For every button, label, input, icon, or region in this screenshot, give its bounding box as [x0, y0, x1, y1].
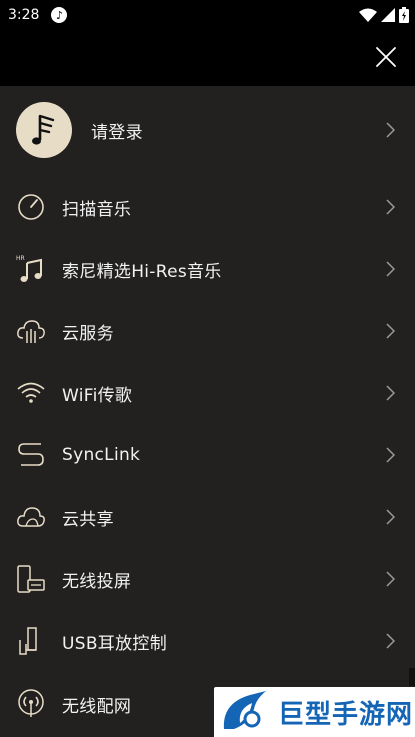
- scroll-indicator: [409, 668, 415, 686]
- menu-item-scan-music[interactable]: 扫描音乐: [0, 192, 415, 222]
- chevron-right-icon: [386, 447, 395, 463]
- menu-item-label: 无线配网: [62, 696, 132, 717]
- usb-amp-icon: [19, 627, 37, 655]
- watermark-logo-icon: [223, 691, 266, 729]
- app-notification-icon: ♪: [51, 7, 68, 23]
- scan-gauge-icon: [18, 194, 44, 220]
- menu-item-label: WiFi传歌: [62, 385, 133, 406]
- avatar: [16, 102, 72, 158]
- menu-item-label: USB耳放控制: [62, 633, 167, 654]
- menu-item-synclink[interactable]: SyncLink: [0, 440, 415, 470]
- chevron-right-icon: [386, 261, 395, 277]
- cloud-service-icon: [17, 320, 45, 343]
- menu-item-usb-amp[interactable]: USB耳放控制: [0, 626, 415, 656]
- cell-signal-icon: [381, 8, 395, 22]
- wifi-signal-icon: [359, 8, 377, 22]
- cloud-share-icon: [17, 507, 45, 527]
- hires-badge: HR: [16, 255, 25, 262]
- site-watermark: 巨型手游网: [214, 687, 415, 737]
- menu-item-label: SyncLink: [62, 445, 141, 465]
- menu-item-label: 云服务: [62, 323, 114, 344]
- login-label: 请登录: [91, 122, 143, 143]
- menu-item-label: 索尼精选Hi-Res音乐: [62, 261, 222, 282]
- chevron-right-icon: [386, 199, 395, 215]
- menu-item-screen-cast[interactable]: 无线投屏: [0, 564, 415, 594]
- chevron-right-icon: [386, 509, 395, 525]
- login-row[interactable]: 请登录: [0, 102, 415, 158]
- status-time: 3:28: [8, 7, 40, 23]
- menu-item-wifi-transfer[interactable]: WiFi传歌: [0, 378, 415, 408]
- menu-item-label: 扫描音乐: [62, 199, 132, 220]
- synclink-icon: [18, 443, 44, 466]
- menu-item-label: 云共享: [62, 509, 114, 530]
- chevron-right-icon: [386, 571, 395, 587]
- chevron-right-icon: [386, 633, 395, 649]
- status-bar: 3:28 ♪: [0, 0, 415, 30]
- menu-item-label: 无线投屏: [62, 571, 132, 592]
- menu-panel: 请登录 扫描音乐 HR 索尼精选Hi-Res音乐 云服务 WiFi传歌 Sync…: [0, 86, 415, 737]
- top-bar: [0, 30, 415, 86]
- menu-item-hires-music[interactable]: HR 索尼精选Hi-Res音乐: [0, 254, 415, 284]
- screen-cast-icon: [17, 565, 45, 593]
- battery-icon: [399, 7, 409, 23]
- menu-item-cloud-share[interactable]: 云共享: [0, 502, 415, 532]
- close-icon[interactable]: [375, 46, 397, 68]
- wifi-icon: [17, 382, 45, 403]
- chevron-right-icon: [386, 323, 395, 339]
- hires-music-icon: HR: [16, 255, 42, 282]
- watermark-text: 巨型手游网: [278, 699, 414, 730]
- chevron-right-icon: [386, 385, 395, 401]
- wireless-network-icon: [18, 689, 44, 717]
- status-icons: [359, 7, 409, 23]
- chevron-right-icon: [386, 122, 395, 138]
- music-note-logo-icon: [32, 114, 55, 145]
- menu-item-cloud-service[interactable]: 云服务: [0, 316, 415, 346]
